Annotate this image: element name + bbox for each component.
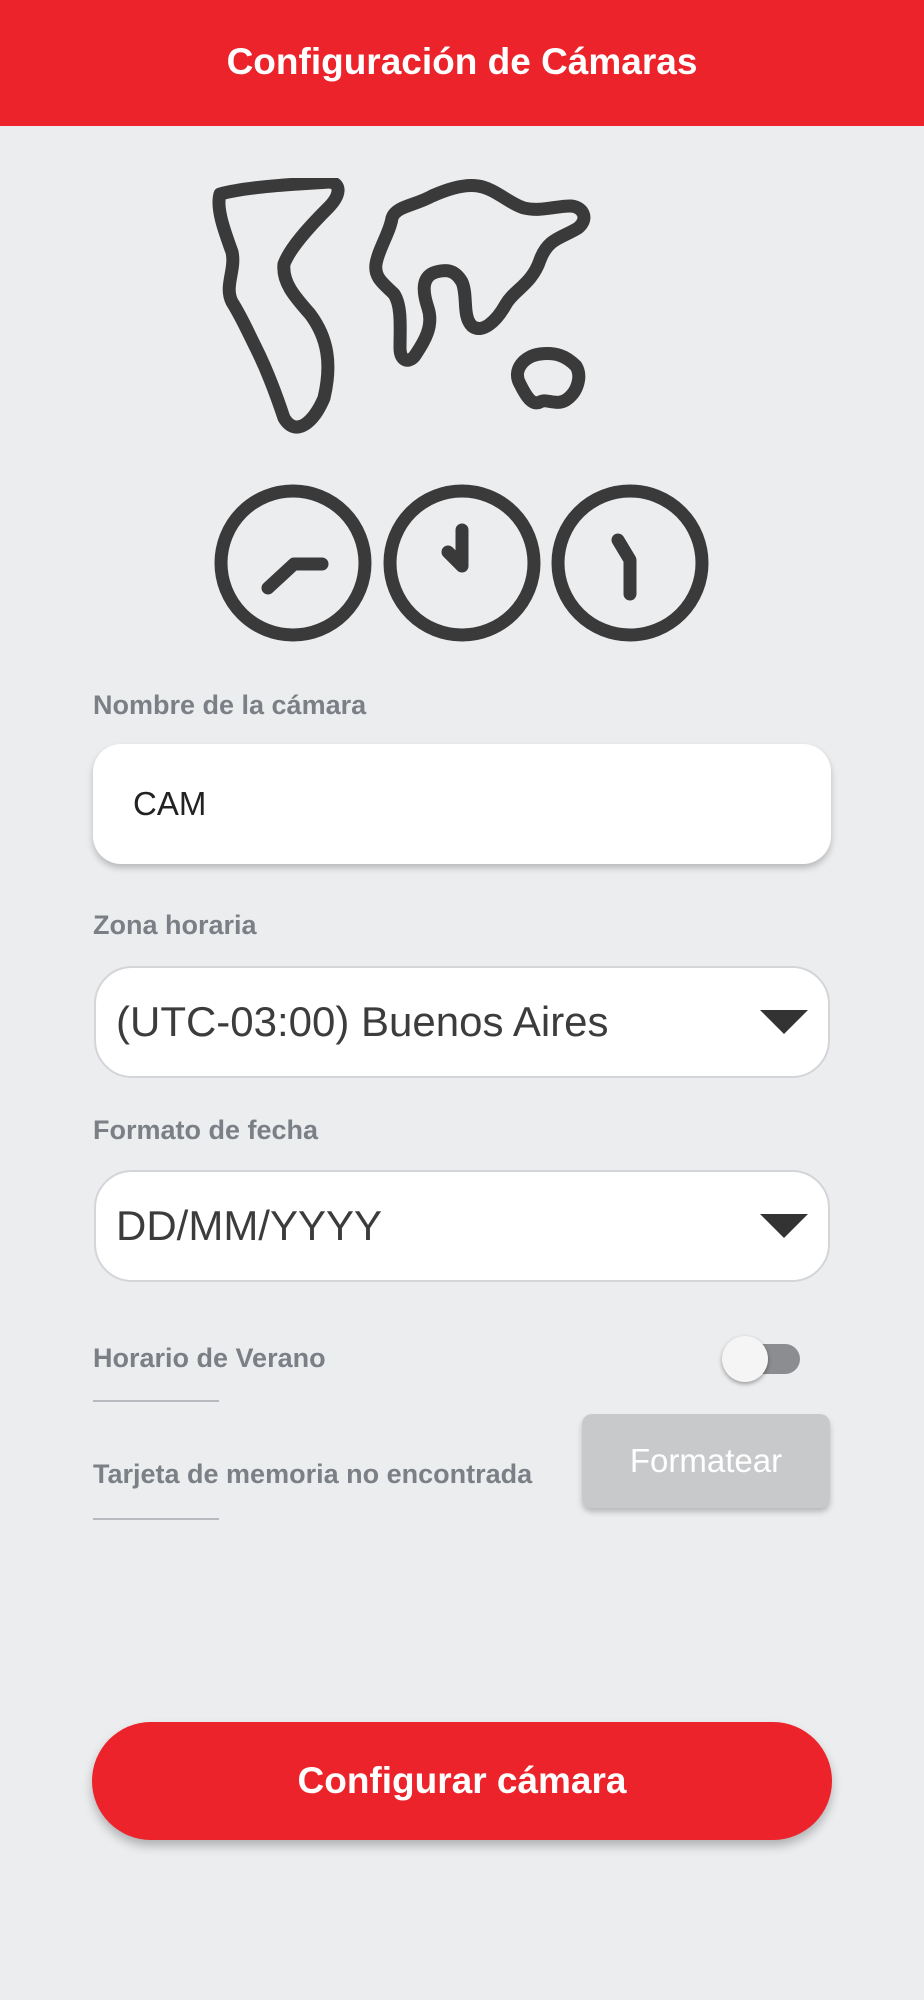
format-button[interactable]: Formatear [582, 1414, 830, 1508]
daylight-saving-label: Horario de Verano [93, 1343, 326, 1373]
world-map-clocks-icon [212, 178, 709, 642]
divider [93, 1400, 219, 1402]
timezone-select[interactable]: (UTC-03:00) Buenos Aires [94, 966, 830, 1078]
date-format-value: DD/MM/YYYY [116, 1202, 383, 1249]
camera-name-label: Nombre de la cámara [93, 690, 367, 720]
divider [93, 1518, 219, 1520]
camera-name-input[interactable]: CAM [93, 744, 831, 864]
chevron-down-icon [760, 1010, 808, 1034]
app-header: Configuración de Cámaras [0, 0, 924, 126]
daylight-saving-toggle[interactable] [722, 1336, 802, 1382]
date-format-label: Formato de fecha [93, 1115, 319, 1145]
chevron-down-icon [760, 1214, 808, 1238]
page-title: Configuración de Cámaras [226, 41, 698, 82]
toggle-thumb [722, 1336, 768, 1382]
memory-card-status: Tarjeta de memoria no encontrada [93, 1459, 533, 1489]
timezone-label: Zona horaria [93, 910, 257, 940]
configure-camera-button[interactable]: Configurar cámara [92, 1722, 832, 1840]
date-format-select[interactable]: DD/MM/YYYY [94, 1170, 830, 1282]
timezone-value: (UTC-03:00) Buenos Aires [116, 998, 609, 1045]
